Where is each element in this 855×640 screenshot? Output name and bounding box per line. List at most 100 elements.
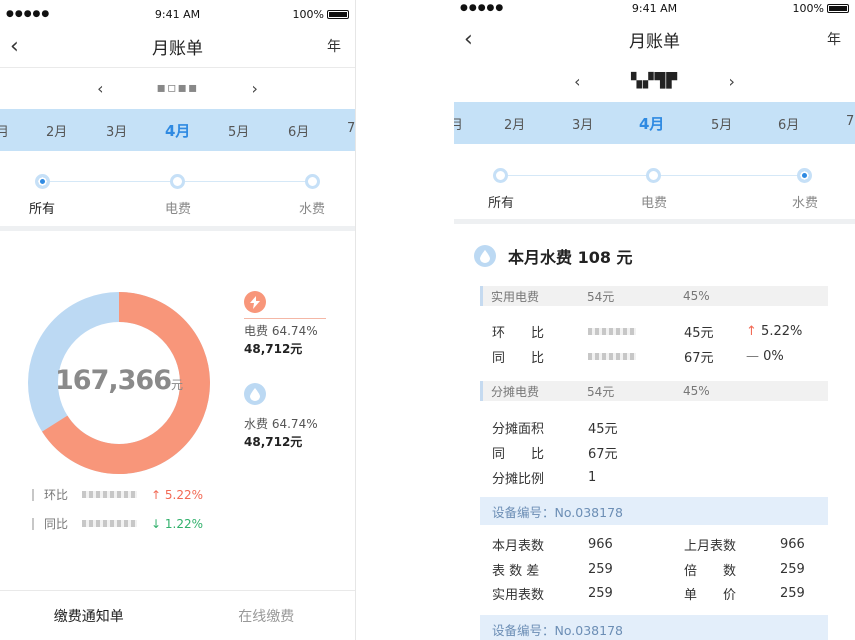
month-item[interactable]: 2月 [46, 121, 67, 140]
tab-all-dot[interactable] [493, 168, 508, 183]
tab-all[interactable]: 所有 [471, 192, 531, 211]
tab-electric-dot[interactable] [170, 174, 185, 189]
legend-water: 水费 64.74% 48,712元 [244, 415, 318, 451]
row-value: 1 [588, 469, 597, 485]
notice-button[interactable]: 缴费通知单 [0, 591, 178, 640]
next-month-icon[interactable]: › [252, 79, 258, 98]
year-button[interactable]: 年 [827, 29, 841, 49]
section-amount: 54元 [587, 384, 615, 399]
meter-row: 表 数 差 259 倍 数 259 [492, 559, 805, 579]
prev-month-icon[interactable]: ‹ [574, 72, 580, 91]
row-value: 67元 [588, 446, 618, 462]
compare-row-mom: 环比 ↑ 5.22% [32, 486, 203, 503]
arrow-down-icon: ↓ [151, 516, 162, 531]
dash-icon: — [746, 348, 759, 364]
tab-electric-dot[interactable] [646, 168, 661, 183]
donut-total: 167,366元 [26, 365, 212, 396]
section-actual-electric: 实用电费 54元 45% [480, 286, 828, 306]
section-shared-electric: 分摊电费 54元 45% [480, 381, 828, 401]
tab-water-dot[interactable] [305, 174, 320, 189]
month-item-active[interactable]: 4月 [165, 120, 190, 141]
tab-water-dot[interactable] [797, 168, 812, 183]
section-heading: 本月水费 108 元 [474, 244, 633, 268]
meter-value: 966 [588, 536, 613, 552]
month-item[interactable]: 月 [454, 114, 463, 133]
category-tabs: 所有 电费 水费 [454, 145, 855, 223]
back-icon[interactable]: ‹ [10, 34, 19, 59]
compare-value: 5.22% [164, 487, 204, 502]
section-pct: 45% [683, 384, 710, 398]
month-item[interactable]: 5月 [228, 121, 249, 140]
meter-value: 259 [588, 561, 613, 577]
page-title: 月账单 [152, 38, 203, 59]
tab-electric[interactable]: 电费 [148, 198, 208, 217]
meter-label: 表 数 差 [492, 563, 540, 579]
tab-water[interactable]: 水费 [282, 198, 342, 217]
month-item[interactable]: 7 [347, 121, 355, 136]
detail-row: 环 比 45元 ↑ 5.22% [492, 321, 802, 341]
month-item[interactable]: 2月 [504, 114, 525, 133]
meter-label: 倍 数 [684, 563, 737, 579]
month-item[interactable]: 6月 [288, 121, 309, 140]
page-title: 月账单 [629, 31, 680, 52]
screen-all-bills: ●●●●● 9:41 AM 100% ‹ 月账单 年 ‹ ▪▫▪▪ › 月 2月… [0, 0, 356, 640]
meter-row: 本月表数 966 上月表数 966 [492, 534, 805, 554]
legend-electric-pct: 64.74% [271, 324, 318, 338]
meter-value: 259 [780, 585, 805, 601]
meter-label: 实用表数 [492, 587, 545, 603]
month-item[interactable]: 3月 [106, 121, 127, 140]
tab-all-dot[interactable] [35, 174, 50, 189]
meter-value: 259 [588, 585, 613, 601]
row-label: 环 比 [492, 325, 545, 341]
legend-water-name: 水费 [244, 417, 269, 431]
selected-month-value: ▚▞▜▛ [630, 73, 679, 89]
device-number-bar-2: 设备编号：No.038178 [480, 615, 828, 640]
battery-level: 100% [792, 2, 824, 15]
month-item-active[interactable]: 4月 [639, 113, 664, 134]
arrow-up-icon: ↑ [746, 323, 757, 339]
footer-actions: 缴费通知单 在线缴费 [0, 590, 355, 640]
detail-row: 分摊面积 45元 [492, 417, 618, 437]
compare-row-yoy: 同比 ↓ 1.22% [32, 515, 203, 532]
nav-bar: ‹ 月账单 年 [0, 26, 355, 66]
row-label: 同 比 [492, 350, 545, 366]
month-item[interactable]: 7 [846, 114, 854, 129]
battery-icon [327, 10, 349, 19]
month-item[interactable]: 3月 [572, 114, 593, 133]
meter-row: 实用表数 259 单 价 259 [492, 583, 805, 603]
back-icon[interactable]: ‹ [464, 27, 473, 52]
water-drop-icon [244, 383, 266, 405]
tab-all[interactable]: 所有 [12, 198, 72, 217]
monthly-water-total: 本月水费 108 元 [508, 248, 633, 267]
month-item[interactable]: 6月 [778, 114, 799, 133]
month-strip: 月 2月 3月 4月 5月 6月 7 [454, 102, 855, 144]
meter-label: 本月表数 [492, 538, 545, 554]
detail-row: 同 比 67元 — 0% [492, 346, 784, 366]
prev-month-icon[interactable]: ‹ [97, 79, 103, 98]
row-value: 45元 [588, 421, 618, 437]
meter-value: 966 [780, 536, 805, 552]
row-label: 分摊面积 [492, 421, 545, 437]
arrow-up-icon: ↑ [151, 487, 162, 502]
row-label: 同 比 [492, 446, 545, 462]
compare-value: 1.22% [164, 516, 204, 531]
tab-water[interactable]: 水费 [775, 192, 835, 211]
month-selector: ‹ ▚▞▜▛ › [454, 61, 855, 101]
month-item[interactable]: 月 [0, 121, 9, 140]
category-tabs: 所有 电费 水费 [0, 151, 355, 229]
row-label: 分摊比例 [492, 471, 545, 487]
month-item[interactable]: 5月 [711, 114, 732, 133]
legend-electric-name: 电费 [244, 324, 269, 338]
online-pay-button[interactable]: 在线缴费 [178, 591, 356, 640]
section-pct: 45% [683, 289, 710, 303]
water-drop-icon [474, 245, 496, 267]
device-number-bar: 设备编号：No.038178 [480, 497, 828, 525]
tab-electric[interactable]: 电费 [624, 192, 684, 211]
year-button[interactable]: 年 [327, 36, 341, 56]
meter-label: 单 价 [684, 587, 737, 603]
compare-label: 同比 [44, 517, 69, 531]
row-change: 5.22% [761, 323, 803, 339]
section-amount: 54元 [587, 289, 615, 304]
meter-label: 上月表数 [684, 538, 737, 554]
next-month-icon[interactable]: › [729, 72, 735, 91]
